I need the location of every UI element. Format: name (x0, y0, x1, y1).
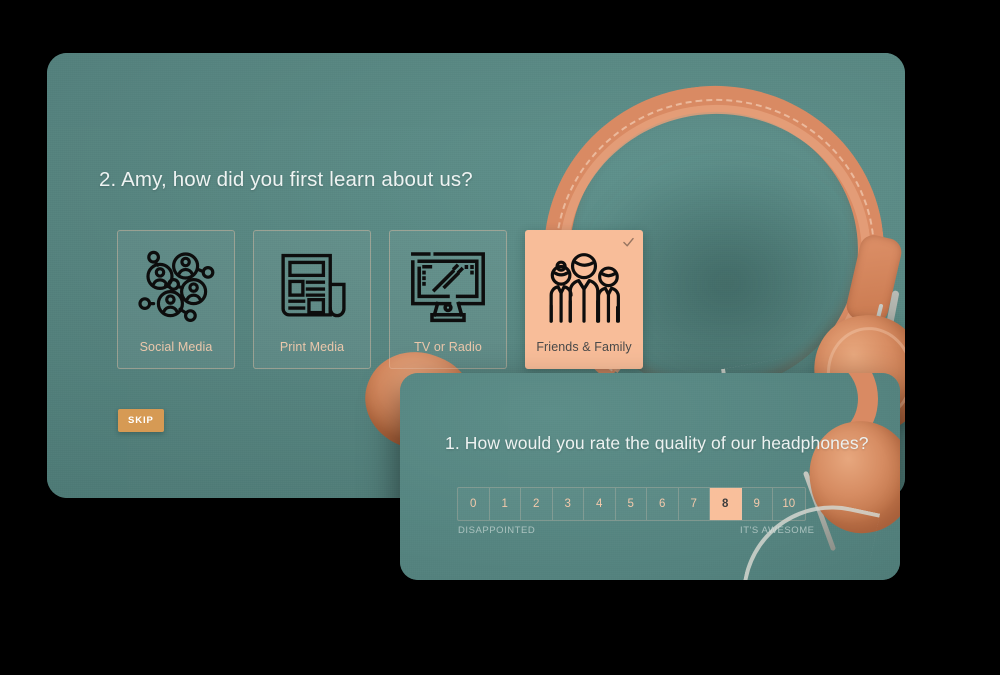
skip-button[interactable]: SKIP (118, 409, 164, 432)
people-group-icon (541, 242, 627, 330)
nps-legend-high: IT'S AWESOME (740, 525, 815, 536)
nps-rating-scale[interactable]: 0 1 2 3 4 5 6 7 8 9 10 (457, 487, 806, 521)
option-label-tv-or-radio: TV or Radio (414, 340, 482, 354)
nps-cell-6[interactable]: 6 (647, 488, 679, 520)
option-label-print-media: Print Media (279, 340, 345, 354)
check-icon (623, 237, 634, 247)
nps-cell-9[interactable]: 9 (742, 488, 773, 520)
nps-cell-10[interactable]: 10 (773, 488, 805, 520)
option-label-friends-family: Friends & Family (536, 340, 632, 354)
nps-cell-3[interactable]: 3 (553, 488, 584, 520)
screenshot-stage: 2. Amy, how did you first learn about us… (0, 0, 1000, 675)
nps-cell-0[interactable]: 0 (458, 488, 490, 520)
option-card-friends-family[interactable]: Friends & Family (525, 230, 643, 369)
television-icon (405, 242, 491, 330)
social-network-icon (133, 242, 219, 330)
option-card-tv-or-radio[interactable]: TV or Radio (389, 230, 507, 369)
nps-cell-1[interactable]: 1 (490, 488, 521, 520)
nps-cell-2[interactable]: 2 (521, 488, 553, 520)
option-card-social-media[interactable]: Social Media (117, 230, 235, 369)
nps-cell-7[interactable]: 7 (679, 488, 710, 520)
question2-options: Social Media Print Media TV or Radio Fri… (117, 230, 643, 369)
newspaper-icon (269, 242, 355, 330)
nps-cell-5[interactable]: 5 (616, 488, 647, 520)
nps-cell-8[interactable]: 8 (710, 488, 742, 520)
nps-cell-4[interactable]: 4 (584, 488, 616, 520)
option-label-social-media: Social Media (139, 340, 213, 354)
overlay-photo-background (400, 373, 900, 580)
question2-title: 2. Amy, how did you first learn about us… (99, 168, 473, 191)
option-card-print-media[interactable]: Print Media (253, 230, 371, 369)
question1-panel: 1. How would you rate the quality of our… (400, 373, 900, 580)
question1-title: 1. How would you rate the quality of our… (445, 433, 869, 453)
nps-legend-low: DISAPPOINTED (458, 525, 536, 536)
